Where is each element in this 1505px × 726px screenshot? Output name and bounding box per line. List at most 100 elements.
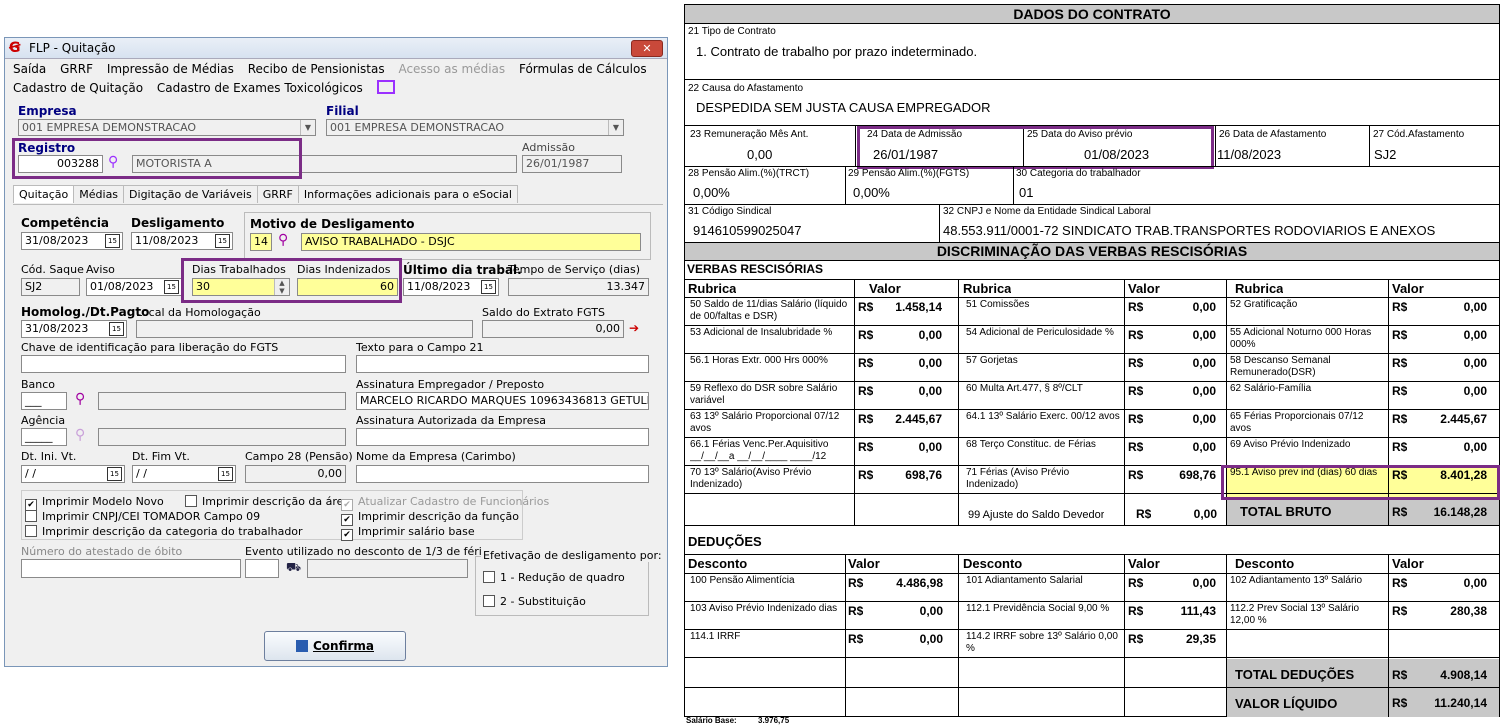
verba-rubrica: 70 13º Salário(Aviso Prévio Indenizado) [690, 467, 812, 490]
checkbox-reducao-quadro[interactable]: 1 - Redução de quadro [483, 571, 625, 584]
calendar-icon: 15 [215, 234, 230, 248]
total-bruto-label: TOTAL BRUTO [1240, 504, 1332, 519]
checkbox-modelo-novo[interactable]: ✔ Imprimir Modelo Novo [25, 495, 164, 511]
deducao-desconto: 100 Pensão Alimentícia [690, 575, 795, 586]
ajuste-value: 0,00 [1193, 507, 1217, 521]
verba-valor: 0,00 [1463, 300, 1487, 314]
highlight-dias [181, 258, 402, 303]
checkbox-salario-base[interactable]: ✔ Imprimir salário base [341, 525, 475, 541]
deducao-desconto: 112.1 Previdência Social 9,00 % [966, 603, 1110, 614]
col-valor-2: Valor [1128, 281, 1160, 296]
competencia-input[interactable]: 31/08/2023 15 [21, 232, 123, 250]
texto21-label: Texto para o Campo 21 [356, 341, 484, 354]
tab-medias[interactable]: Médias [73, 185, 125, 203]
chave-input[interactable] [21, 355, 346, 373]
empresa-label: Empresa [18, 104, 77, 118]
agencia-input[interactable]: _____ [21, 428, 67, 446]
deducao-rs: R$ [848, 576, 864, 590]
desligamento-label: Desligamento [131, 216, 225, 230]
admissao-label: Admissão [522, 141, 576, 154]
verba-valor: 2.445,67 [895, 412, 942, 426]
evento-input[interactable] [245, 559, 279, 578]
homolog-input[interactable]: 31/08/2023 15 [21, 320, 127, 338]
confirma-button[interactable]: Confirma [264, 631, 406, 661]
verba-valor: 0,00 [1192, 356, 1216, 370]
f32-value: 48.553.911/0001-72 SINDICATO TRAB.TRANSP… [943, 223, 1436, 238]
menu-cadastro-quitacao[interactable]: Cadastro de Quitação [13, 81, 143, 95]
menu-exames-toxicologicos[interactable]: Cadastro de Exames Toxicológicos [157, 81, 363, 95]
verba-rubrica: 59 Reflexo do DSR sobre Salário variável [690, 383, 838, 406]
banco-input[interactable]: ___ [21, 392, 67, 410]
atestado-input[interactable] [21, 559, 241, 578]
atestado-label: Número do atestado de óbito [21, 545, 183, 558]
verba-rs: R$ [858, 412, 874, 426]
ultimo-dia-input[interactable]: 11/08/2023 15 [403, 278, 499, 296]
tempo-servico-label: Tempo de Serviço (dias) [508, 263, 640, 276]
tab-grrf[interactable]: GRRF [256, 185, 299, 203]
search-icon[interactable]: ⚲ [278, 232, 288, 248]
aviso-label: Aviso [86, 263, 115, 276]
highlight-registro [12, 138, 302, 179]
title-bar: Ꞡ FLP - Quitação ✕ [5, 38, 667, 59]
motivo-code-input[interactable]: 14 [250, 233, 272, 251]
texto21-input[interactable] [356, 355, 649, 373]
verba-rubrica: 50 Saldo de 11/dias Salário (líquido de … [690, 299, 848, 322]
deducao-rs: R$ [1128, 604, 1144, 618]
local-homolog-input[interactable] [136, 320, 473, 338]
deducao-valor: 0,00 [1192, 576, 1216, 590]
export-icon[interactable]: ➔ [629, 321, 639, 335]
filial-select[interactable]: 001 EMPRESA DEMONSTRACAO ▼ [326, 119, 624, 136]
dt-fim-input[interactable]: / /15 [132, 465, 236, 483]
verba-rs: R$ [858, 384, 874, 398]
saldo-fgts-label: Saldo do Extrato FGTS [482, 306, 605, 319]
valor-liquido-rs: R$ [1392, 696, 1408, 710]
verba-rubrica: 63 13º Salário Proporcional 07/12 avos [690, 411, 840, 434]
menu-grrf[interactable]: GRRF [60, 62, 93, 76]
checkbox-descricao-area[interactable]: Imprimir descrição da área [185, 495, 350, 508]
f26-value: 11/08/2023 [1217, 147, 1282, 162]
verba-valor: 0,00 [918, 328, 942, 342]
verba-rs: R$ [1392, 440, 1408, 454]
empresa-select[interactable]: 001 EMPRESA DEMONSTRACAO ▼ [18, 119, 316, 136]
binoculars-icon[interactable]: ⛟ [286, 560, 301, 576]
total-bruto-value: 16.148,28 [1433, 505, 1487, 519]
verba-rubrica: 71 Férias (Aviso Prévio Indenizado) [966, 467, 1070, 490]
col-dvalor-3: Valor [1392, 556, 1424, 571]
menu-recibo-pensionistas[interactable]: Recibo de Pensionistas [248, 62, 385, 76]
deducao-valor: 0,00 [919, 632, 943, 646]
dt-ini-input[interactable]: / /15 [21, 465, 125, 483]
checkbox-substituicao[interactable]: 2 - Substituição [483, 595, 586, 608]
checkbox-cnpj[interactable]: Imprimir CNPJ/CEI TOMADOR Campo 09 [25, 510, 260, 523]
aviso-input[interactable]: 01/08/2023 15 [86, 278, 182, 296]
tab-esocial[interactable]: Informações adicionais para o eSocial [297, 185, 518, 203]
menu-impressao-medias[interactable]: Impressão de Médias [107, 62, 234, 76]
competencia-label: Competência [21, 216, 110, 230]
assinatura-aut-input[interactable] [356, 428, 649, 446]
tab-quitacao[interactable]: Quitação [13, 185, 75, 203]
verbas-header: VERBAS RESCISÓRIAS [687, 262, 824, 276]
campo28-label: Campo 28 (Pensão) [245, 450, 353, 463]
assinatura-input[interactable]: MARCELO RICARDO MARQUES 10963436813 GETU… [356, 392, 649, 410]
col-rubrica-1: Rubrica [688, 281, 737, 296]
verba-rs: R$ [858, 356, 874, 370]
menu-formulas[interactable]: Fórmulas de Cálculos [519, 62, 647, 76]
chevron-down-icon: ▼ [608, 120, 623, 135]
checkbox-categoria[interactable]: Imprimir descrição da categoria do traba… [25, 525, 303, 538]
verba-valor: 0,00 [1463, 440, 1487, 454]
desligamento-input[interactable]: 11/08/2023 15 [131, 232, 233, 250]
search-icon[interactable]: ⚲ [75, 427, 85, 443]
menu-saida[interactable]: Saída [13, 62, 46, 76]
deducao-rs: R$ [848, 604, 864, 618]
f32-label: 32 CNPJ e Nome da Entidade Sindical Labo… [943, 206, 1151, 217]
evento-name-field [307, 559, 468, 578]
tab-digitacao[interactable]: Digitação de Variáveis [123, 185, 258, 203]
agencia-label: Agência [21, 414, 66, 427]
checkbox-descricao-funcao[interactable]: ✔ Imprimir descrição da função [341, 510, 519, 526]
monitor-icon[interactable] [376, 80, 395, 94]
admissao-field: 26/01/1987 [522, 155, 622, 173]
close-button[interactable]: ✕ [631, 40, 663, 57]
search-icon[interactable]: ⚲ [75, 391, 85, 407]
nome-empresa-input[interactable] [356, 465, 649, 483]
verba-rs: R$ [1128, 468, 1144, 482]
row-divider [684, 409, 1500, 410]
